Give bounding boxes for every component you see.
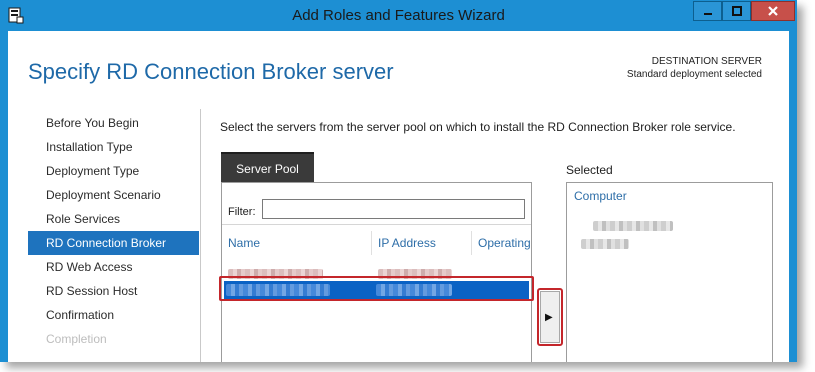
column-header-operating-system[interactable]: Operating — [472, 231, 531, 255]
redacted-server-ip — [376, 284, 452, 296]
redacted-selected-computer-1 — [593, 221, 673, 231]
nav-item-deployment-type[interactable]: Deployment Type — [28, 159, 199, 183]
column-header-os-label: Operating — [478, 236, 531, 250]
close-icon — [768, 6, 778, 16]
column-header-name-label: Name — [228, 236, 261, 250]
nav-item-completion: Completion — [46, 332, 107, 346]
nav-item-rd-session-host[interactable]: RD Session Host — [28, 279, 199, 303]
arrow-right-icon: ▶ — [545, 312, 553, 323]
page-title: Specify RD Connection Broker server — [28, 59, 394, 84]
column-header-ip-label: IP Address — [378, 236, 436, 250]
column-header-ip-address[interactable]: IP Address — [372, 231, 472, 255]
wizard-steps-nav: Before You Begin Installation Type Deplo… — [28, 111, 199, 351]
redacted-ip-fragment — [378, 269, 452, 279]
nav-item-installation-type[interactable]: Installation Type — [28, 135, 199, 159]
redacted-name-fragment — [228, 269, 323, 279]
filter-input[interactable] — [262, 199, 525, 219]
destination-server-info: DESTINATION SERVER Standard deployment s… — [627, 55, 762, 81]
column-header-computer[interactable]: Computer — [574, 189, 627, 203]
instruction-text: Select the servers from the server pool … — [220, 120, 736, 134]
nav-item-confirmation[interactable]: Confirmation — [28, 303, 199, 327]
table-row-selected[interactable] — [224, 281, 529, 299]
server-pool-panel: Filter: Name IP Address Operating — [221, 182, 532, 362]
maximize-icon — [731, 6, 742, 16]
close-button[interactable] — [751, 1, 795, 21]
destination-server-label: DESTINATION SERVER — [651, 56, 762, 67]
nav-item-before-you-begin[interactable]: Before You Begin — [28, 111, 199, 135]
maximize-button[interactable] — [722, 1, 751, 21]
nav-item-rd-web-access[interactable]: RD Web Access — [28, 255, 199, 279]
minimize-icon — [703, 13, 712, 15]
wizard-window: Add Roles and Features Wizard Specify RD… — [0, 0, 797, 362]
destination-server-value: Standard deployment selected — [626, 69, 762, 80]
add-to-selected-button[interactable]: ▶ — [540, 291, 560, 343]
redacted-selected-computer-2 — [581, 239, 629, 249]
wizard-content: Specify RD Connection Broker server DEST… — [8, 31, 789, 362]
selected-servers-panel: Computer — [566, 182, 773, 362]
column-header-name[interactable]: Name — [222, 231, 372, 255]
minimize-button[interactable] — [693, 1, 722, 21]
tab-server-pool[interactable]: Server Pool — [221, 152, 314, 182]
window-title: Add Roles and Features Wizard — [292, 7, 505, 24]
nav-divider — [200, 109, 201, 362]
nav-item-role-services[interactable]: Role Services — [28, 207, 199, 231]
title-bar[interactable]: Add Roles and Features Wizard — [0, 0, 797, 31]
filter-label: Filter: — [228, 206, 256, 218]
redacted-server-name — [226, 284, 330, 296]
selected-label: Selected — [566, 163, 613, 177]
filter-row: Filter: — [222, 183, 531, 225]
nav-item-deployment-scenario[interactable]: Deployment Scenario — [28, 183, 199, 207]
nav-item-rd-connection-broker[interactable]: RD Connection Broker — [28, 231, 199, 255]
